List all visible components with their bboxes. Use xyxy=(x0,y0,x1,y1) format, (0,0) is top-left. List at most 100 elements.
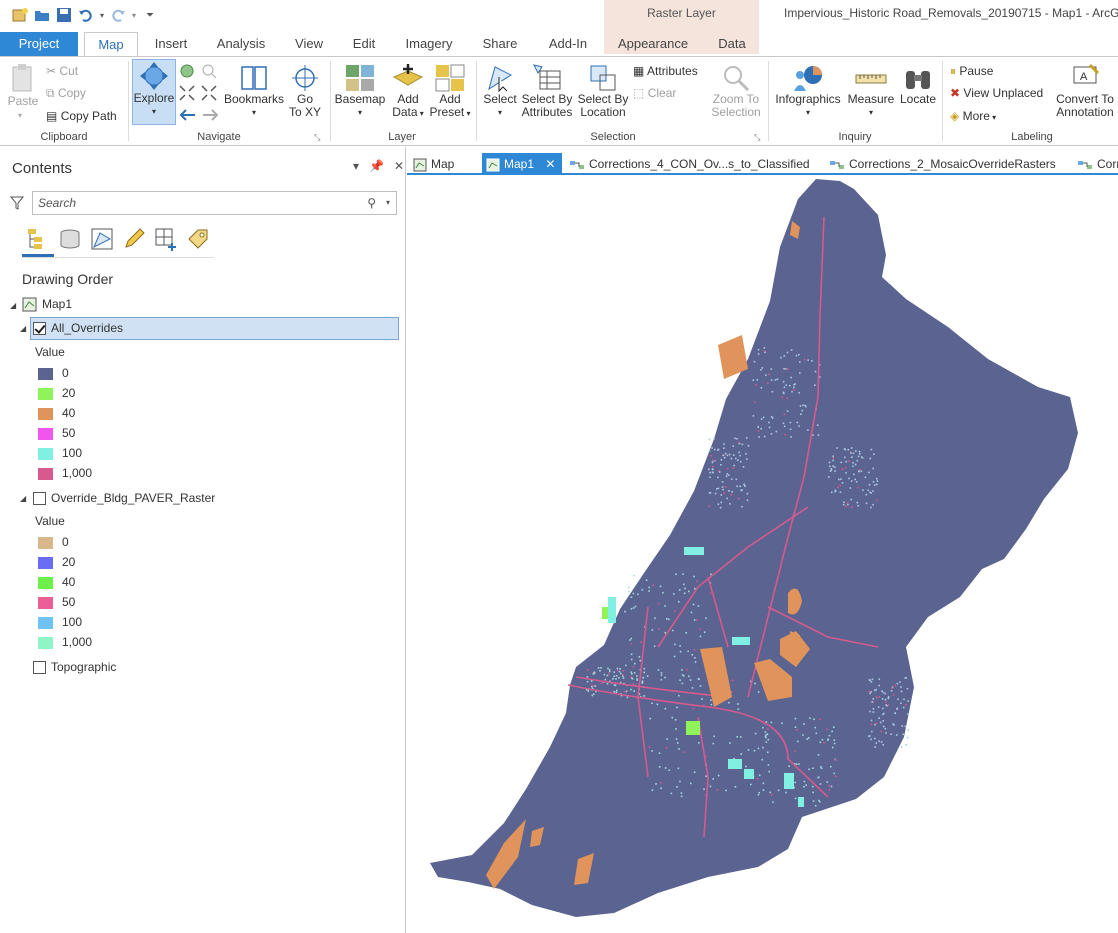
tab-insert[interactable]: Insert xyxy=(146,32,196,56)
list-by-editing-icon[interactable] xyxy=(122,227,146,251)
tab-model-corr[interactable]: Corr xyxy=(1075,153,1118,175)
select-by-location-button[interactable]: Select By Location xyxy=(577,63,629,119)
bookmarks-button[interactable]: Bookmarks ▾ xyxy=(224,63,284,119)
zoom-out-arrows-icon[interactable] xyxy=(201,85,217,101)
redo-dropdown-icon[interactable]: ▾ xyxy=(132,11,136,20)
tab-model-corrections-2[interactable]: Corrections_2_MosaicOverrideRasters xyxy=(827,153,1063,175)
legend-swatch[interactable] xyxy=(38,368,53,380)
list-by-snapping-icon[interactable] xyxy=(154,227,178,251)
topographic-visibility-checkbox[interactable] xyxy=(33,661,46,674)
paver-raster-visibility-checkbox[interactable] xyxy=(33,492,46,505)
add-data-button[interactable]: Add Data ▾ xyxy=(388,63,428,120)
legend-swatch[interactable] xyxy=(38,428,53,440)
topographic-layer-name[interactable]: Topographic xyxy=(51,657,116,677)
map1-name[interactable]: Map1 xyxy=(42,294,72,314)
basemap-dropdown-icon[interactable]: ▾ xyxy=(334,106,386,119)
next-extent-icon[interactable] xyxy=(201,107,219,123)
map-canvas[interactable] xyxy=(408,177,1118,933)
copy-button[interactable]: ⧉ Copy xyxy=(46,85,86,101)
close-icon[interactable]: ✕ xyxy=(394,159,404,173)
pin-icon[interactable]: 📌 xyxy=(369,159,384,173)
legend-swatch[interactable] xyxy=(38,448,53,460)
legend-swatch[interactable] xyxy=(38,537,53,549)
fixed-zoom-in-icon[interactable] xyxy=(201,63,217,79)
tab-share[interactable]: Share xyxy=(476,32,524,56)
tab-imagery[interactable]: Imagery xyxy=(398,32,460,56)
select-button[interactable]: Select ▾ xyxy=(480,63,520,119)
search-icon[interactable]: ⚲ xyxy=(367,192,376,214)
explore-button[interactable]: Explore ▾ xyxy=(132,59,176,125)
search-dropdown-icon[interactable]: ▾ xyxy=(386,192,390,214)
view-unplaced-button[interactable]: ✖ View Unplaced xyxy=(950,85,1043,101)
tab-analysis[interactable]: Analysis xyxy=(210,32,272,56)
paver-raster-layer-name[interactable]: Override_Bldg_PAVER_Raster xyxy=(51,488,215,508)
measure-button[interactable]: Measure ▾ xyxy=(846,63,896,119)
convert-to-annotation-button[interactable]: A Convert To Annotation xyxy=(1052,63,1118,119)
locate-button[interactable]: Locate xyxy=(898,63,938,106)
all-overrides-layer-name[interactable]: All_Overrides xyxy=(51,318,123,338)
legend-swatch[interactable] xyxy=(38,388,53,400)
navigate-launcher-icon[interactable]: ⤡ xyxy=(314,133,320,143)
all-overrides-collapse-icon[interactable]: ◢ xyxy=(20,324,26,333)
pause-labeling-button[interactable]: ⏸ Pause xyxy=(950,63,993,79)
map1-collapse-icon[interactable]: ◢ xyxy=(10,301,16,310)
open-project-icon[interactable] xyxy=(34,7,50,23)
list-by-labeling-icon[interactable] xyxy=(186,227,210,251)
cut-button[interactable]: ✂ Cut xyxy=(46,63,78,79)
map-view[interactable] xyxy=(408,177,1118,933)
legend-swatch[interactable] xyxy=(38,617,53,629)
tab-view[interactable]: View xyxy=(288,32,330,56)
selection-launcher-icon[interactable]: ⤡ xyxy=(754,133,760,143)
explore-dropdown-icon[interactable]: ▾ xyxy=(133,105,175,118)
infographics-dropdown-icon[interactable]: ▾ xyxy=(772,106,844,119)
redo-icon[interactable] xyxy=(110,7,126,23)
legend-swatch[interactable] xyxy=(38,408,53,420)
customize-quick-access-icon[interactable]: ⏷ xyxy=(146,10,154,21)
previous-extent-icon[interactable] xyxy=(179,107,197,123)
infographics-button[interactable]: Infographics ▾ xyxy=(772,63,844,119)
attributes-button[interactable]: ▦ Attributes xyxy=(633,63,698,79)
zoom-to-selection-button[interactable]: Zoom To Selection xyxy=(708,63,764,119)
clear-selection-button[interactable]: ⬚ Clear xyxy=(633,85,676,101)
more-labeling-button[interactable]: ◈ More ▾ xyxy=(950,108,996,126)
zoom-in-arrows-icon[interactable] xyxy=(179,85,195,101)
legend-swatch[interactable] xyxy=(38,557,53,569)
copy-path-button[interactable]: ▤ Copy Path xyxy=(46,108,117,124)
measure-dropdown-icon[interactable]: ▾ xyxy=(846,106,896,119)
pane-options-icon[interactable]: ▾ xyxy=(353,159,359,173)
tab-project[interactable]: Project xyxy=(0,32,78,56)
list-by-source-icon[interactable] xyxy=(58,227,82,251)
full-extent-icon[interactable] xyxy=(179,63,195,79)
tab-appearance[interactable]: Appearance xyxy=(612,32,694,56)
add-preset-button[interactable]: Add Preset ▾ xyxy=(428,63,472,120)
undo-dropdown-icon[interactable]: ▾ xyxy=(100,11,104,20)
new-project-icon[interactable] xyxy=(12,7,28,23)
tab-model-corrections-4[interactable]: Corrections_4_CON_Ov...s_to_Classified xyxy=(567,153,817,175)
close-map1-tab-icon[interactable]: ✕ xyxy=(545,157,555,171)
legend-swatch[interactable] xyxy=(38,577,53,589)
basemap-button[interactable]: Basemap ▾ xyxy=(334,63,386,119)
go-to-xy-button[interactable]: Go To XY xyxy=(288,63,322,119)
tab-map-view-map1[interactable]: Map1 ✕ xyxy=(482,153,562,175)
paver-raster-collapse-icon[interactable]: ◢ xyxy=(20,494,26,503)
list-by-drawing-order-icon[interactable] xyxy=(26,227,50,251)
tab-edit[interactable]: Edit xyxy=(345,32,383,56)
tab-add-in[interactable]: Add-In xyxy=(540,32,596,56)
paste-button[interactable]: Paste xyxy=(6,63,40,108)
bookmarks-dropdown-icon[interactable]: ▾ xyxy=(224,106,284,119)
all-overrides-visibility-checkbox[interactable] xyxy=(33,322,46,335)
add-preset-dropdown-icon[interactable]: ▾ xyxy=(464,109,470,118)
add-data-dropdown-icon[interactable]: ▾ xyxy=(418,109,424,118)
list-by-selection-icon[interactable] xyxy=(90,227,114,251)
legend-swatch[interactable] xyxy=(38,597,53,609)
paste-dropdown-icon[interactable]: ▾ xyxy=(18,111,22,120)
search-input[interactable]: Search ⚲ ▾ xyxy=(32,191,397,215)
legend-swatch[interactable] xyxy=(38,468,53,480)
undo-icon[interactable] xyxy=(78,7,94,23)
tab-data[interactable]: Data xyxy=(708,32,756,56)
select-by-attributes-button[interactable]: Select By Attributes xyxy=(520,63,574,119)
tab-map[interactable]: Map xyxy=(84,32,138,57)
filter-icon[interactable] xyxy=(10,196,24,210)
tab-map-view-map[interactable]: Map xyxy=(411,153,477,175)
select-dropdown-icon[interactable]: ▾ xyxy=(480,106,520,119)
